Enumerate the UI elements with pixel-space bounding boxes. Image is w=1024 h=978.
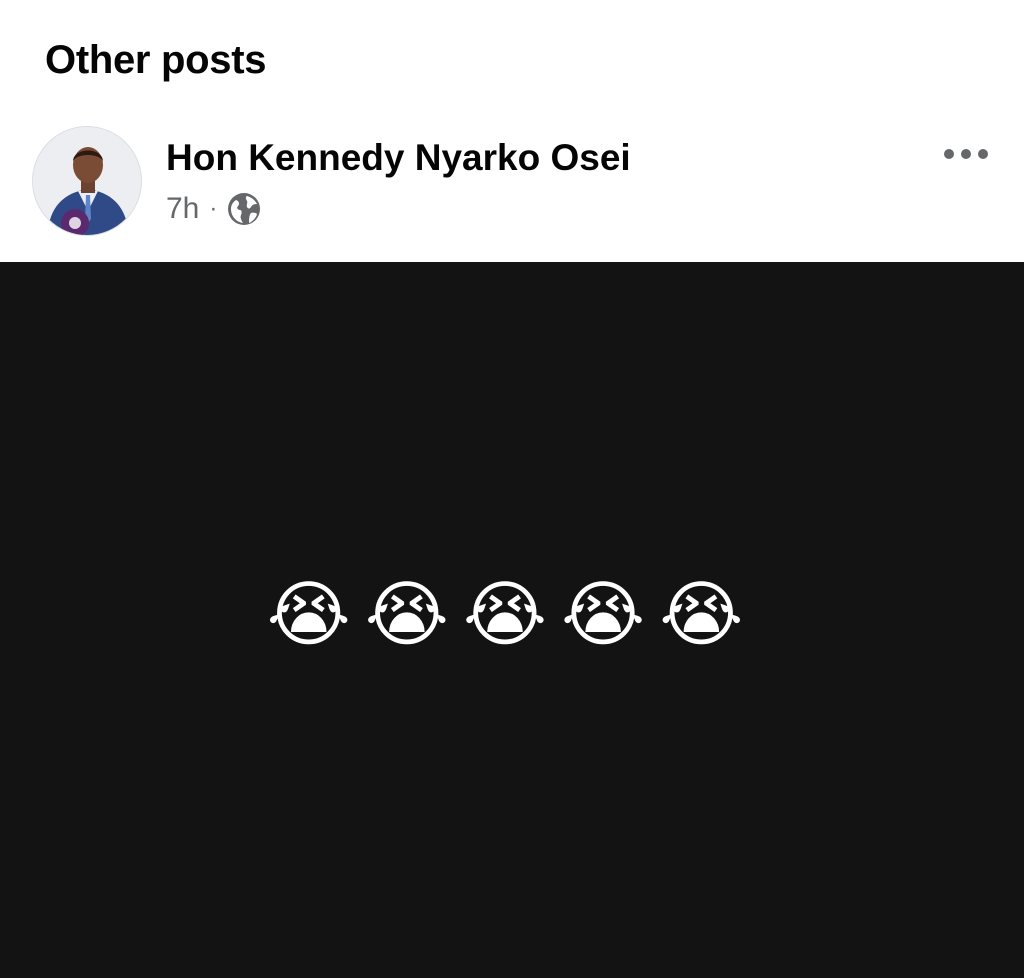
more-options-button[interactable] (944, 142, 988, 166)
post-header: Hon Kennedy Nyarko Osei 7h · (0, 118, 1024, 262)
globe-icon[interactable] (227, 192, 261, 226)
author-name[interactable]: Hon Kennedy Nyarko Osei (166, 136, 631, 180)
more-horizontal-icon-dot (978, 149, 988, 159)
post-content[interactable]: 😭😭😭😭😭 (0, 262, 1024, 978)
meta-separator: · (209, 195, 218, 222)
more-horizontal-icon-dot (961, 149, 971, 159)
post-timestamp[interactable]: 7h (166, 192, 199, 226)
post-meta: 7h · (166, 190, 261, 228)
more-horizontal-icon-dot (944, 149, 954, 159)
avatar-photo (33, 127, 141, 235)
post-text: 😭😭😭😭😭 (266, 575, 758, 655)
page: Other posts Hon Kennedy Nyarko Osei 7h ·… (0, 0, 1024, 978)
section-title: Other posts (45, 38, 267, 82)
author-avatar[interactable] (32, 126, 142, 236)
